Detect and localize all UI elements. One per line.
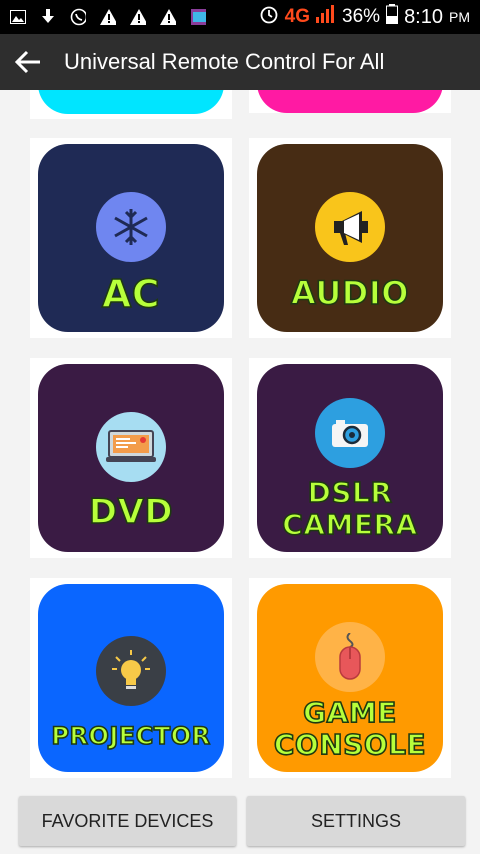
device-card-ac[interactable]: AC	[30, 138, 232, 338]
device-label: AC	[101, 271, 161, 317]
back-arrow-icon	[14, 50, 40, 74]
device-label-line2: CAMERA	[281, 507, 418, 542]
device-tile: DSLR CAMERA	[257, 364, 443, 552]
device-tile: DVD	[38, 364, 224, 552]
whatsapp-icon	[70, 8, 86, 26]
device-label: DVD	[88, 491, 174, 533]
snowflake-icon	[114, 209, 148, 245]
device-label: PROJECTOR	[51, 721, 211, 751]
device-icon-circle	[96, 412, 166, 482]
device-card-game-console[interactable]: GAME CONSOLE	[249, 578, 451, 778]
device-label: DSLR	[307, 475, 393, 510]
device-card-projector[interactable]: PROJECTOR	[30, 578, 232, 778]
device-label: GAME	[302, 695, 397, 730]
partial-device-card[interactable]	[30, 90, 232, 119]
device-tile: AC	[38, 144, 224, 332]
signal-icon	[316, 5, 336, 29]
dvd-player-icon	[106, 430, 156, 462]
device-label: AUDIO	[290, 273, 409, 313]
battery-percent: 36%	[342, 6, 381, 27]
back-button[interactable]	[0, 34, 56, 90]
clock-time: 8:10	[404, 5, 443, 28]
favorite-devices-button[interactable]: FAVORITE DEVICES	[19, 796, 236, 846]
warning-icon	[160, 9, 176, 25]
app-bar: Universal Remote Control For All	[0, 34, 480, 90]
device-icon-circle	[315, 192, 385, 262]
device-icon-circle	[315, 622, 385, 692]
device-card-dslr-camera[interactable]: DSLR CAMERA	[249, 358, 451, 558]
device-card-dvd[interactable]: DVD	[30, 358, 232, 558]
battery-icon	[386, 4, 399, 30]
device-icon-circle	[315, 398, 385, 468]
device-tile: GAME CONSOLE	[257, 584, 443, 772]
warning-icon	[100, 9, 116, 25]
megaphone-icon	[334, 211, 368, 245]
device-tile: AUDIO	[257, 144, 443, 332]
mouse-icon	[339, 633, 361, 680]
device-label-line2: CONSOLE	[273, 727, 427, 762]
partial-tile-left	[38, 90, 224, 114]
device-icon-circle	[96, 636, 166, 706]
download-icon	[40, 9, 56, 25]
network-type: 4G	[284, 6, 311, 27]
device-icon-circle	[96, 192, 166, 262]
partial-tile-right	[257, 90, 443, 113]
device-tile: PROJECTOR	[38, 584, 224, 772]
settings-button[interactable]: SETTINGS	[247, 796, 465, 846]
clock-ampm: PM	[449, 9, 470, 25]
status-bar: 4G 36% 8:10 PM	[0, 0, 480, 34]
partial-device-card[interactable]	[249, 90, 451, 113]
device-card-audio[interactable]: AUDIO	[249, 138, 451, 338]
device-grid: AC AUDIO DVD DSLR CAMERA PROJECTOR GAME …	[0, 90, 480, 790]
alarm-icon	[259, 4, 279, 30]
camera-icon	[332, 420, 368, 447]
page-title: Universal Remote Control For All	[64, 49, 385, 74]
app-notification-icon	[190, 9, 206, 25]
gallery-icon	[10, 9, 26, 25]
bulb-icon	[112, 650, 150, 689]
warning-icon	[130, 9, 146, 25]
